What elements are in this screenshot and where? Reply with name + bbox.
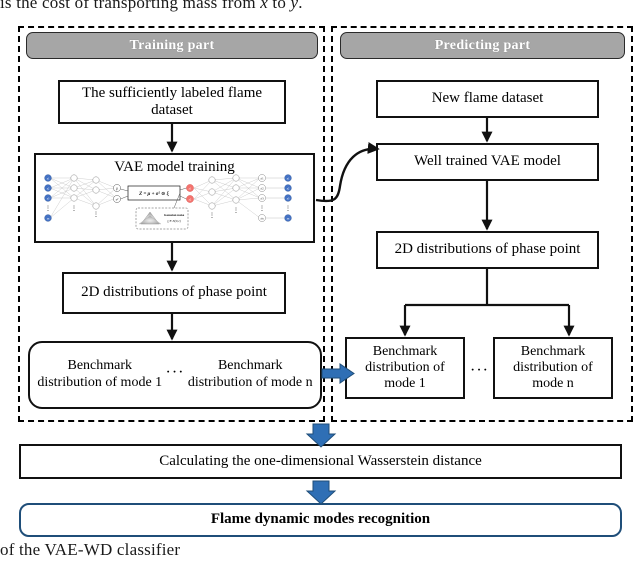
- top-text-middle: to: [267, 0, 291, 12]
- box-benchmark-mode-1-predicting: Benchmark distribution of mode 1: [345, 337, 465, 399]
- predicting-part-header: Predicting part: [340, 32, 625, 59]
- box-calculating-wasserstein-distance: Calculating the one-dimensional Wasserst…: [19, 444, 622, 479]
- top-math-x: x: [260, 0, 268, 12]
- vae-network-figure: x1 x2 x3 xn ⋮ ⋮ ⋮ μ σ² Z = μ + σ² ⊙ ξ Ga…: [44, 174, 292, 230]
- box-2d-distributions-predicting: 2D distributions of phase point: [376, 231, 599, 269]
- svg-text:⋮: ⋮: [209, 213, 215, 219]
- box-flame-dynamic-modes-recognition: Flame dynamic modes recognition: [19, 503, 622, 537]
- svg-text:⋮: ⋮: [71, 206, 77, 212]
- top-text-before: is the cost of transporting mass from: [0, 0, 261, 12]
- top-text-after: .: [298, 0, 303, 12]
- box-well-trained-vae-model: Well trained VAE model: [376, 143, 599, 181]
- box-2d-distributions-training: 2D distributions of phase point: [62, 272, 286, 314]
- svg-text:σ²: σ²: [116, 197, 119, 201]
- svg-text:⋮: ⋮: [233, 208, 239, 214]
- vae-output-nodes: y1 y2 y3 yn: [284, 174, 292, 222]
- benchmark-ellipsis-training: ···: [165, 363, 185, 381]
- blue-arrow-to-result: [305, 480, 337, 505]
- svg-text:⋮: ⋮: [45, 206, 51, 212]
- svg-text:⋮: ⋮: [259, 206, 265, 212]
- box-benchmark-mode-n-predicting: Benchmark distribution of mode n: [493, 337, 613, 399]
- box-benchmark-distributions-training: Benchmark distribution of mode 1 ··· Ben…: [28, 341, 322, 409]
- benchmark-ellipsis-predicting: ···: [470, 362, 489, 379]
- svg-text:⋮: ⋮: [285, 206, 291, 212]
- svg-text:⋮: ⋮: [93, 212, 99, 218]
- box-labeled-flame-dataset: The sufficiently labeled flame dataset: [58, 80, 286, 124]
- svg-text:Z = μ + σ² ⊙ ξ: Z = μ + σ² ⊙ ξ: [138, 191, 169, 197]
- benchmark-mode-1-training: Benchmark distribution of mode 1: [37, 358, 163, 390]
- benchmark-split-training: Benchmark distribution of mode 1 ··· Ben…: [36, 358, 314, 391]
- benchmark-mode-n-training: Benchmark distribution of mode n: [187, 358, 313, 390]
- svg-text:Gaussian noise: Gaussian noise: [164, 213, 185, 217]
- box-new-flame-dataset: New flame dataset: [376, 80, 599, 118]
- figure-caption-bottom: of the VAE-WD classifier: [0, 540, 181, 559]
- svg-text:μ: μ: [116, 187, 118, 191]
- training-part-header: Training part: [26, 32, 318, 59]
- cropped-body-text-top: is the cost of transporting mass from x …: [0, 0, 303, 13]
- vae-input-nodes: x1 x2 x3 xn ⋮: [44, 174, 52, 222]
